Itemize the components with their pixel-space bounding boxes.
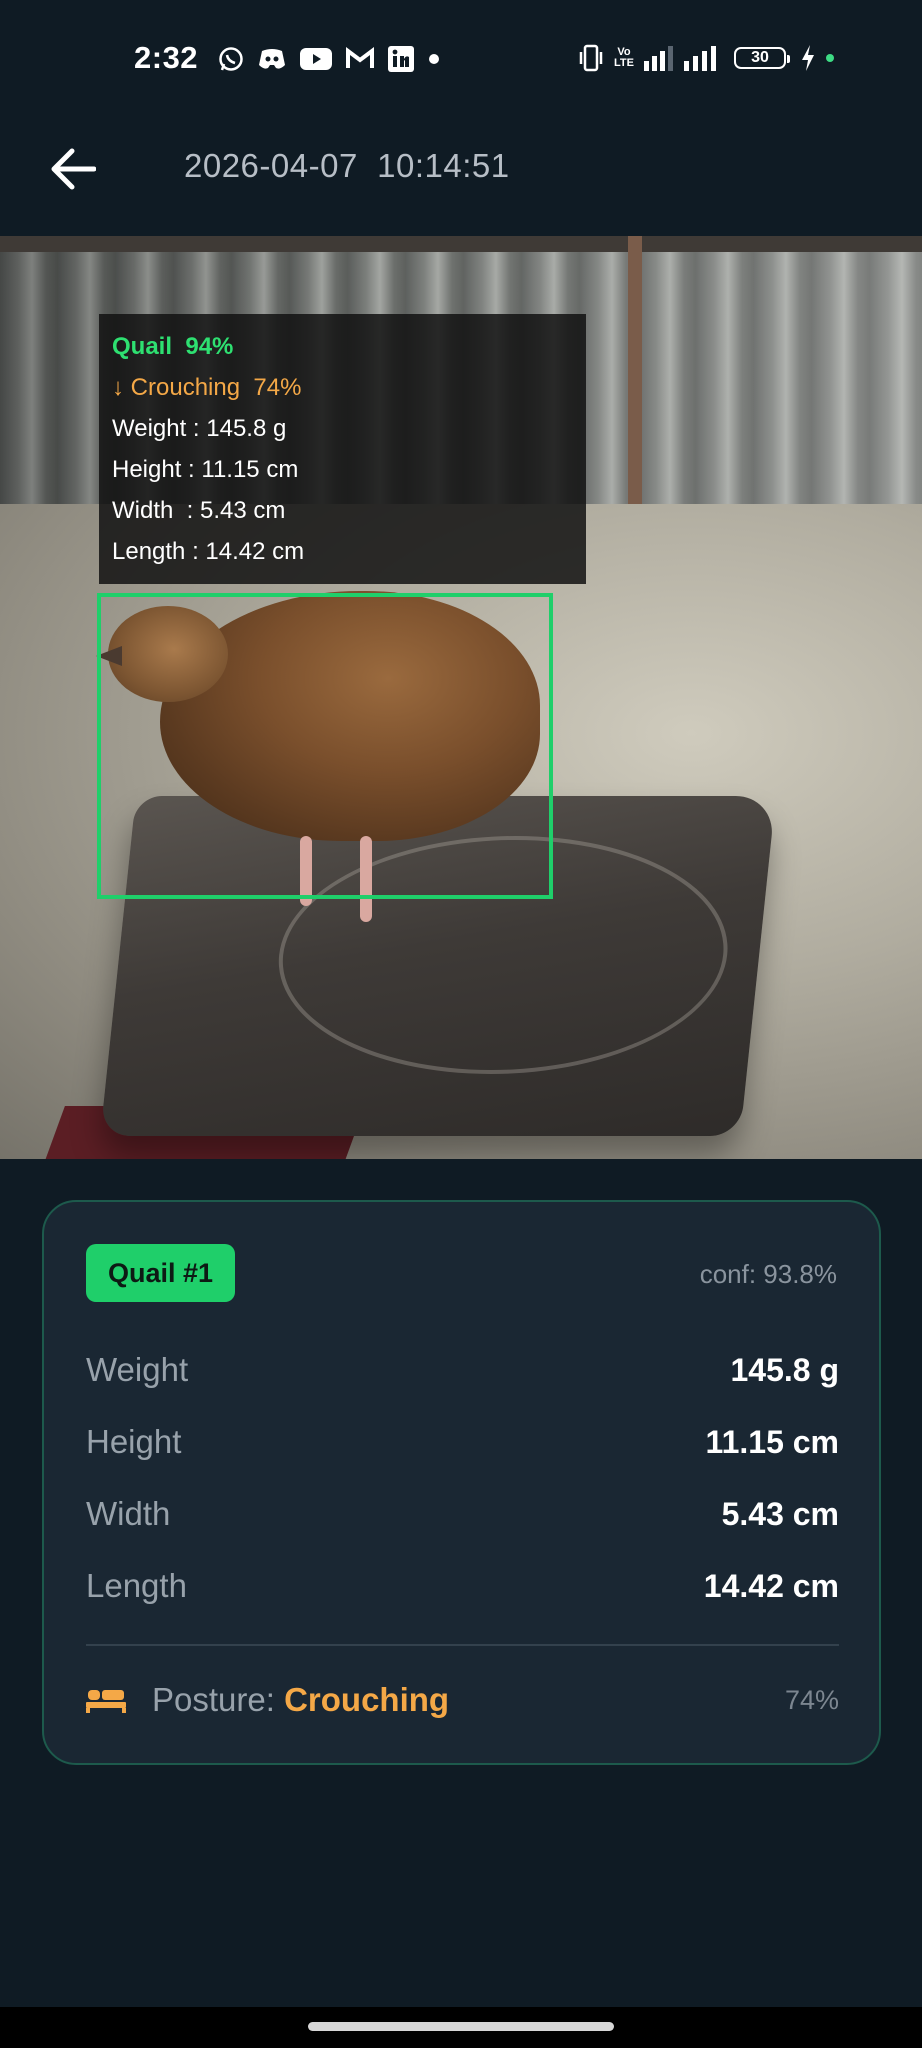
result-card: Quail #1 conf: 93.8% Weight 145.8 g Heig…: [42, 1200, 881, 1765]
measurement-label: Height: [86, 1423, 182, 1460]
detection-bounding-box: [97, 593, 553, 899]
quail-id-badge: Quail #1: [86, 1244, 236, 1302]
volte-icon: Vo LTE: [614, 46, 634, 69]
captured-photo: Quail 94% ↓ Crouching 74% Weight : 145.8…: [0, 236, 922, 1159]
battery-icon: 30: [733, 47, 790, 69]
home-indicator[interactable]: [308, 2022, 614, 2031]
privacy-indicator-dot: [825, 54, 834, 62]
bed-icon: [86, 1690, 126, 1713]
measurement-row-weight: Weight 145.8 g: [86, 1345, 839, 1395]
overlay-weight: Weight : 145.8 g: [112, 415, 287, 442]
back-button[interactable]: [42, 138, 104, 200]
measurement-value: 5.43 cm: [721, 1496, 839, 1532]
status-time: 2:32: [134, 40, 199, 75]
overlay-width: Width : 5.43 cm: [112, 497, 286, 524]
measurement-label: Weight: [86, 1351, 189, 1388]
detection-label: Quail 94% ↓ Crouching 74% Weight : 145.8…: [99, 314, 586, 584]
posture-value: Crouching: [284, 1681, 450, 1718]
overlay-height: Height : 11.15 cm: [112, 456, 299, 483]
linkedin-icon: [388, 46, 414, 72]
wall-post: [628, 236, 642, 516]
overlay-species: Quail 94%: [112, 333, 234, 360]
capture-timestamp: 2026-04-07 10:14:51: [184, 147, 510, 184]
gmail-icon: [346, 47, 374, 68]
measurement-label: Width: [86, 1495, 171, 1532]
app-header: 2026-04-07 10:14:51: [0, 110, 922, 236]
youtube-icon: [300, 48, 332, 70]
whatsapp-icon: [219, 47, 243, 71]
measurement-label: Length: [86, 1567, 187, 1604]
system-icons: Vo LTE 30: [578, 44, 834, 72]
wall-top: [0, 236, 922, 252]
measurement-value: 14.42 cm: [703, 1568, 839, 1604]
navigation-bar: [0, 2007, 922, 2048]
vibrate-icon: [579, 44, 603, 72]
arrow-left-icon: [51, 148, 96, 190]
screen: 2:32 Vo LTE 30 2026-04-07 10:14:51 Quail…: [0, 0, 922, 2048]
notification-icons: [218, 46, 440, 72]
posture-text: Posture: Crouching: [152, 1672, 449, 1728]
measurement-value: 11.15 cm: [705, 1424, 839, 1460]
signal-icon: [643, 46, 673, 71]
overlay-length: Length : 14.42 cm: [112, 538, 305, 565]
status-bar: 2:32 Vo LTE 30: [0, 0, 922, 110]
dot-icon: [429, 54, 439, 64]
measurement-row-length: Length 14.42 cm: [86, 1561, 839, 1611]
posture-row: Posture: Crouching 74%: [86, 1672, 839, 1728]
posture-label: Posture:: [152, 1681, 285, 1718]
discord-icon: [259, 49, 285, 69]
signal-icon: [683, 46, 716, 71]
measurement-row-height: Height 11.15 cm: [86, 1417, 839, 1467]
charging-icon: [801, 45, 814, 71]
measurement-value: 145.8 g: [730, 1352, 839, 1388]
confidence-text: conf: 93.8%: [699, 1259, 837, 1289]
card-divider: [86, 1644, 839, 1646]
posture-percent: 74%: [784, 1685, 839, 1715]
measurement-row-width: Width 5.43 cm: [86, 1489, 839, 1539]
overlay-posture: ↓ Crouching 74%: [112, 374, 302, 401]
